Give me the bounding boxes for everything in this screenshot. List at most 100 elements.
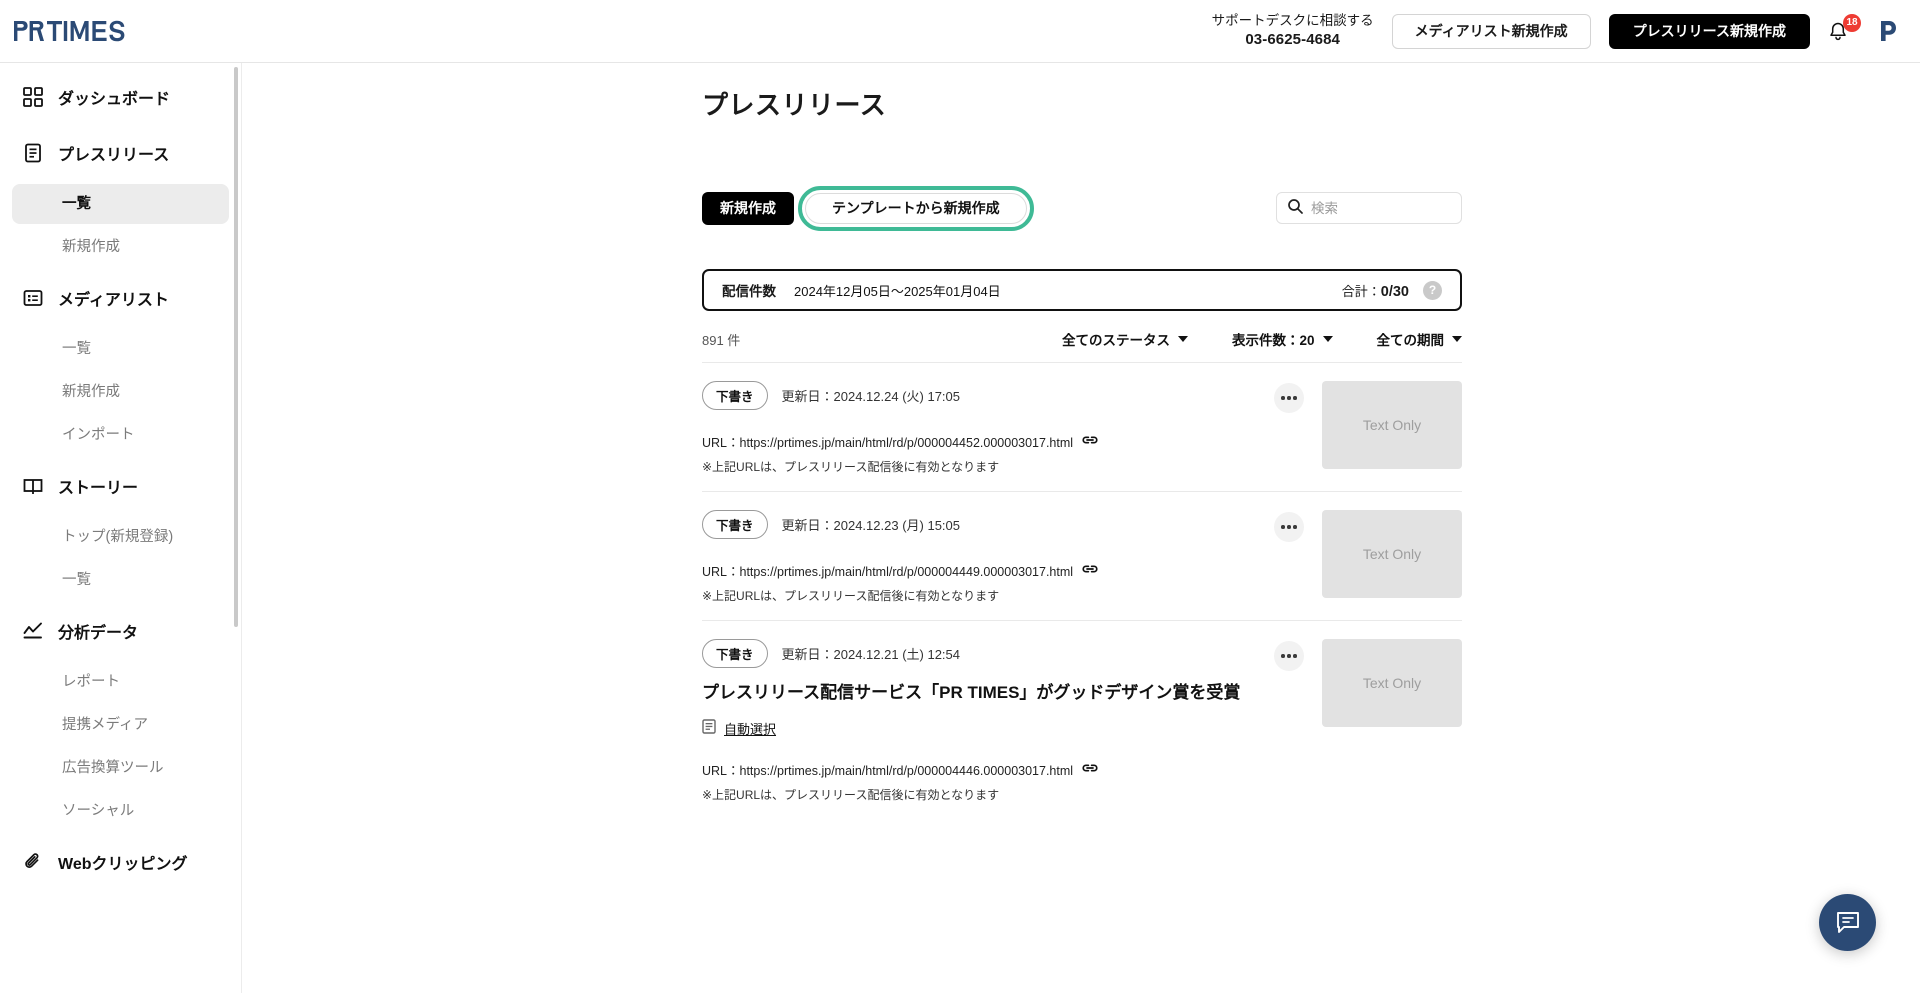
release-thumbnail: Text Only xyxy=(1322,510,1462,598)
release-url-text: URL：https://prtimes.jp/main/html/rd/p/00… xyxy=(702,436,1074,450)
sidebar-scrollbar[interactable] xyxy=(234,67,238,627)
period-filter-dropdown[interactable]: 全ての期間 xyxy=(1376,329,1462,349)
avatar[interactable] xyxy=(1872,16,1902,46)
sidebar-subitem-release-list[interactable]: 一覧 xyxy=(12,184,229,224)
chevron-down-icon xyxy=(1452,336,1462,342)
link-icon[interactable] xyxy=(1082,562,1098,579)
sidebar-subitem-story-top[interactable]: トップ(新規登録) xyxy=(12,517,229,557)
sidebar-subitem-release-new[interactable]: 新規作成 xyxy=(12,227,229,267)
sidebar: ダッシュボード プレスリリース 一覧 新規作成 メディアリスト 一覧 新規作成 … xyxy=(0,63,242,993)
sidebar-label: Webクリッピング xyxy=(58,856,188,873)
sidebar-subitem-medialist-list[interactable]: 一覧 xyxy=(12,329,229,369)
release-url: URL：https://prtimes.jp/main/html/rd/p/00… xyxy=(702,561,1256,580)
sidebar-subitem-ad-value-tool[interactable]: 広告換算ツール xyxy=(12,748,229,788)
more-options-button[interactable] xyxy=(1274,512,1304,542)
list-card-icon xyxy=(22,287,44,309)
release-list: 下書き 更新日：2024.12.24 (火) 17:05 URL：https:/… xyxy=(702,362,1462,819)
filter-toolbar: 891 件 全てのステータス 表示件数：20 全ての期間 xyxy=(702,326,1462,352)
release-url-text: URL：https://prtimes.jp/main/html/rd/p/00… xyxy=(702,565,1074,579)
release-header: 下書き 更新日：2024.12.21 (土) 12:54 xyxy=(702,639,1256,668)
sidebar-item-analytics[interactable]: 分析データ xyxy=(0,603,241,659)
sidebar-label: メディアリスト xyxy=(58,292,169,309)
sidebar-label: ストーリー xyxy=(58,480,139,497)
paperclip-icon xyxy=(22,851,44,873)
sidebar-item-web-clipping[interactable]: Webクリッピング xyxy=(0,834,241,890)
release-thumbnail: Text Only xyxy=(1322,381,1462,469)
notifications-button[interactable]: 18 xyxy=(1828,14,1861,46)
per-page-dropdown[interactable]: 表示件数：20 xyxy=(1232,329,1333,349)
sidebar-label: ダッシュボード xyxy=(58,91,171,108)
chevron-down-icon xyxy=(1322,336,1333,342)
release-details: 下書き 更新日：2024.12.23 (月) 15:05 URL：https:/… xyxy=(702,510,1256,604)
release-url-note: ※上記URLは、プレスリリース配信後に有効となります xyxy=(702,589,1000,603)
search-icon xyxy=(1287,198,1303,219)
new-release-button[interactable]: 新規作成 xyxy=(702,191,794,225)
release-title[interactable]: プレスリリース配信サービス「PR TIMES」がグッドデザイン賞を受賞 xyxy=(702,680,1256,706)
content-column: プレスリリース 新規作成 テンプレートから新規作成 検索 配信件数 2024年1… xyxy=(702,63,1462,819)
create-medialist-button[interactable]: メディアリスト新規作成 xyxy=(1391,13,1591,49)
page-title: プレスリリース xyxy=(702,90,887,120)
sidebar-nav: ダッシュボード プレスリリース 一覧 新規作成 メディアリスト 一覧 新規作成 … xyxy=(0,63,241,890)
auto-select-link[interactable]: 自動選択 xyxy=(724,719,776,738)
support-desk-phone: 03-6625-4684 xyxy=(1245,30,1340,48)
release-url-text: URL：https://prtimes.jp/main/html/rd/p/00… xyxy=(702,763,1074,778)
table-row[interactable]: 下書き 更新日：2024.12.21 (土) 12:54 プレスリリース配信サー… xyxy=(702,620,1462,819)
analytics-icon xyxy=(22,620,44,642)
header-actions: サポートデスクに相談する 03-6625-4684 メディアリスト新規作成 プレ… xyxy=(1212,12,1920,50)
sidebar-subitem-partner-media[interactable]: 提携メディア xyxy=(12,705,229,745)
sidebar-item-media-list[interactable]: メディアリスト xyxy=(0,270,241,326)
link-icon[interactable] xyxy=(1082,761,1098,778)
more-options-button[interactable] xyxy=(1274,641,1304,671)
per-page-label: 表示件数：20 xyxy=(1231,333,1315,348)
table-row[interactable]: 下書き 更新日：2024.12.23 (月) 15:05 URL：https:/… xyxy=(702,491,1462,620)
release-updated-date: 更新日：2024.12.24 (火) 17:05 xyxy=(781,389,960,404)
status-filter-label: 全てのステータス xyxy=(1061,333,1170,348)
status-filter-dropdown[interactable]: 全てのステータス xyxy=(1062,329,1188,349)
more-options-button[interactable] xyxy=(1274,383,1304,413)
chat-bubble-icon xyxy=(1836,911,1859,933)
delivery-count-range: 2024年12月05日〜2025年01月04日 xyxy=(794,283,1001,299)
search-input[interactable] xyxy=(1311,200,1451,216)
sidebar-item-press-release[interactable]: プレスリリース xyxy=(0,125,241,181)
result-count: 891 件 xyxy=(702,332,741,348)
template-button-highlight: テンプレートから新規作成 xyxy=(798,185,1034,231)
status-badge: 下書き xyxy=(702,510,768,539)
release-header: 下書き 更新日：2024.12.23 (月) 15:05 xyxy=(702,510,1256,539)
create-press-release-button[interactable]: プレスリリース新規作成 xyxy=(1608,13,1810,49)
search-box[interactable] xyxy=(1276,192,1462,224)
filter-dropdowns: 全てのステータス 表示件数：20 全ての期間 xyxy=(1062,329,1462,349)
link-icon[interactable] xyxy=(1082,433,1098,450)
release-details: 下書き 更新日：2024.12.21 (土) 12:54 プレスリリース配信サー… xyxy=(702,639,1256,803)
notification-badge: 18 xyxy=(1843,14,1861,32)
support-desk-label: サポートデスクに相談する xyxy=(1211,12,1374,28)
help-icon[interactable]: ? xyxy=(1423,280,1442,300)
delivery-count-bar: 配信件数 2024年12月05日〜2025年01月04日 合計：0/30 ? xyxy=(702,269,1462,311)
release-url-note: ※上記URLは、プレスリリース配信後に有効となります xyxy=(702,787,1000,802)
release-header: 下書き 更新日：2024.12.24 (火) 17:05 xyxy=(702,381,1256,410)
release-url: URL：https://prtimes.jp/main/html/rd/p/00… xyxy=(702,432,1256,451)
release-url-note: ※上記URLは、プレスリリース配信後に有効となります xyxy=(702,460,1000,474)
table-row[interactable]: 下書き 更新日：2024.12.24 (火) 17:05 URL：https:/… xyxy=(702,362,1462,491)
sidebar-item-dashboard[interactable]: ダッシュボード xyxy=(0,69,241,125)
status-badge: 下書き xyxy=(702,639,768,668)
sidebar-subitem-social[interactable]: ソーシャル xyxy=(12,791,229,831)
release-thumbnail: Text Only xyxy=(1322,639,1462,727)
create-from-template-button[interactable]: テンプレートから新規作成 xyxy=(805,192,1027,224)
sidebar-item-story[interactable]: ストーリー xyxy=(0,458,241,514)
release-updated-date: 更新日：2024.12.23 (月) 15:05 xyxy=(781,518,960,533)
sidebar-subitem-report[interactable]: レポート xyxy=(12,662,229,702)
sidebar-subitem-medialist-new[interactable]: 新規作成 xyxy=(12,372,229,412)
sidebar-subitem-medialist-import[interactable]: インポート xyxy=(12,415,229,455)
release-updated-date: 更新日：2024.12.21 (土) 12:54 xyxy=(781,647,960,662)
release-details: 下書き 更新日：2024.12.24 (火) 17:05 URL：https:/… xyxy=(702,381,1256,475)
chat-support-button[interactable] xyxy=(1819,894,1876,951)
sidebar-label: 分析データ xyxy=(58,625,139,642)
delivery-count-label: 配信件数 xyxy=(722,284,776,299)
prtimes-logo[interactable] xyxy=(14,20,134,42)
app-header: サポートデスクに相談する 03-6625-4684 メディアリスト新規作成 プレ… xyxy=(0,0,1920,63)
total-value: 0/30 xyxy=(1380,283,1409,300)
sidebar-subitem-story-list[interactable]: 一覧 xyxy=(12,560,229,600)
status-badge: 下書き xyxy=(702,381,768,410)
chevron-down-icon xyxy=(1177,336,1188,342)
period-filter-label: 全ての期間 xyxy=(1376,333,1445,348)
